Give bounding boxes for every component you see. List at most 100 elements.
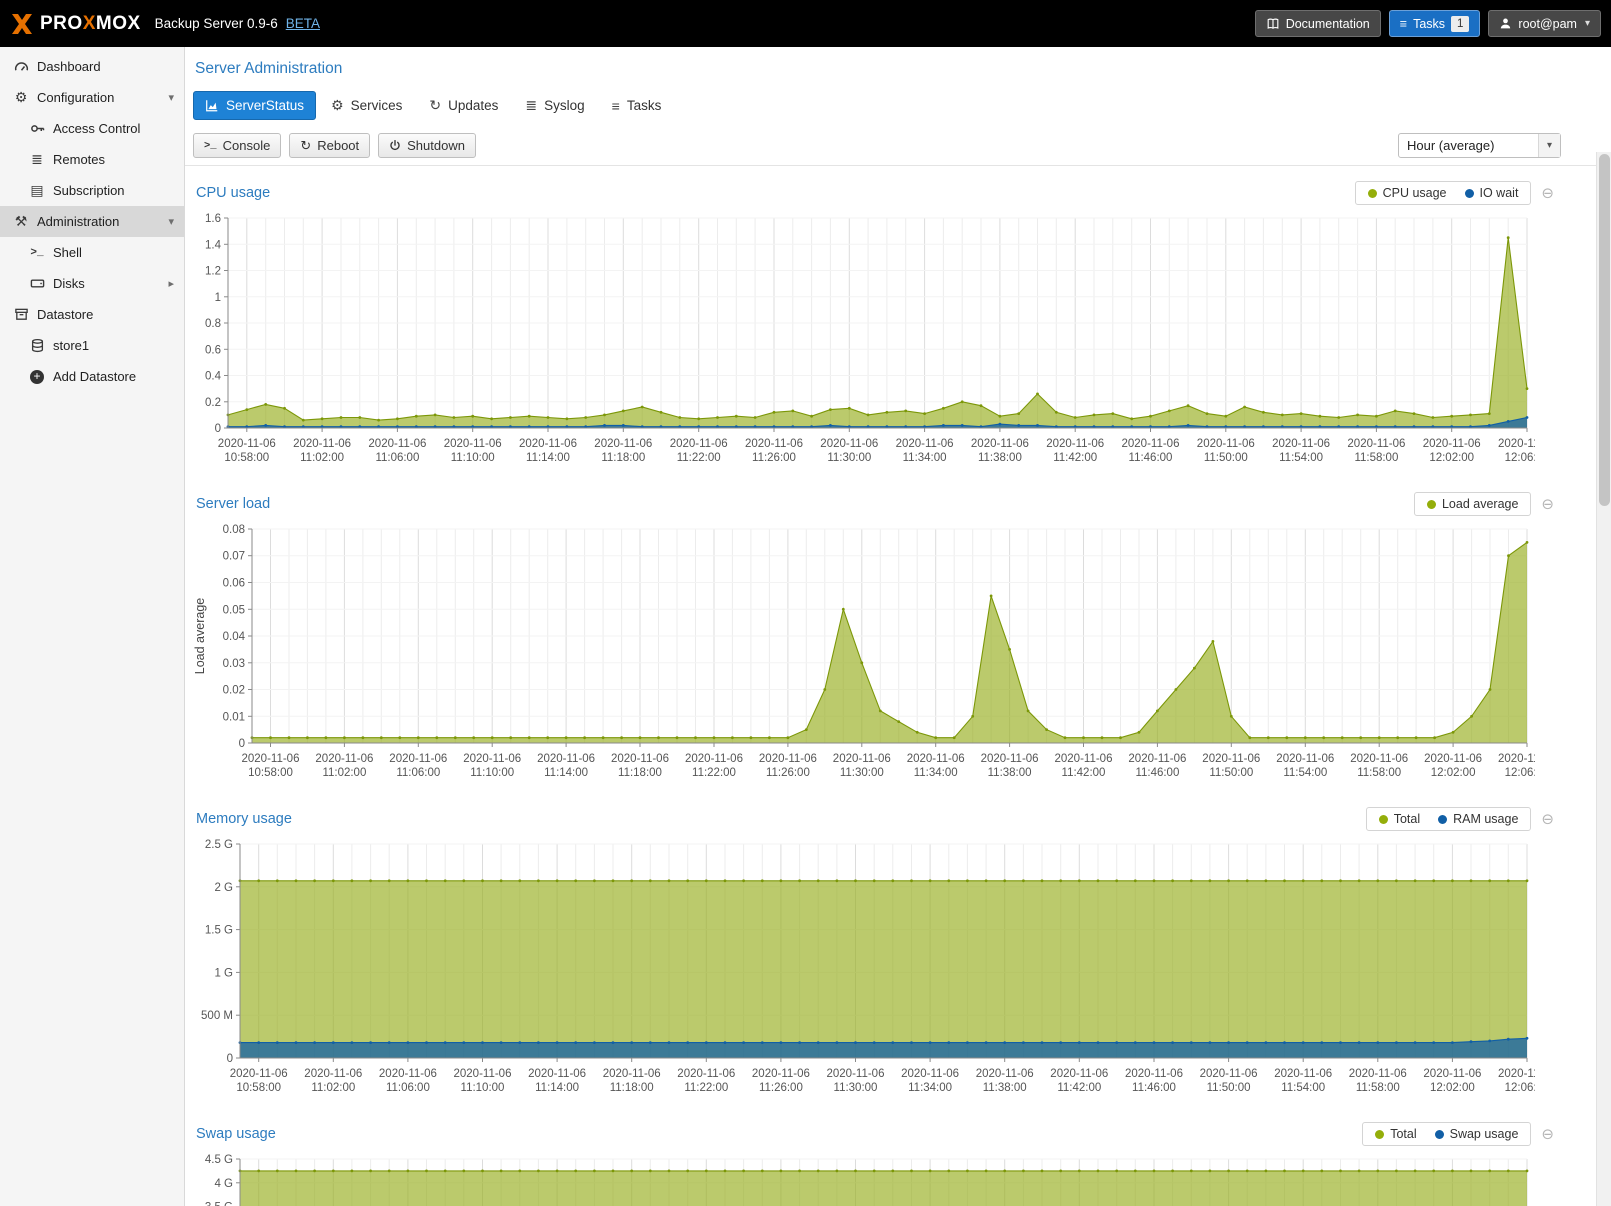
svg-text:2020-11-06: 2020-11-06 xyxy=(594,438,652,450)
panel-header: Swap usage Total Swap usage xyxy=(190,1117,1560,1153)
svg-text:0: 0 xyxy=(227,1053,233,1065)
tab-tasks[interactable]: ≡ Tasks xyxy=(600,91,674,120)
svg-text:11:10:00: 11:10:00 xyxy=(470,767,514,779)
svg-text:11:58:00: 11:58:00 xyxy=(1356,1082,1400,1094)
tasks-count-badge: 1 xyxy=(1451,16,1469,32)
svg-text:11:06:00: 11:06:00 xyxy=(396,767,440,779)
tab-syslog[interactable]: ≣ Syslog xyxy=(513,91,596,120)
beta-link[interactable]: BETA xyxy=(286,16,320,31)
tab-services[interactable]: ⚙ Services xyxy=(319,91,414,120)
scrollbar-thumb[interactable] xyxy=(1599,154,1610,506)
sidebar-item-dashboard[interactable]: Dashboard xyxy=(0,51,184,82)
svg-text:2020-11-06: 2020-11-06 xyxy=(907,753,965,765)
svg-text:2020-11-06: 2020-11-06 xyxy=(444,438,502,450)
console-button[interactable]: >_ Console xyxy=(193,133,281,158)
svg-text:2020-11-06: 2020-11-06 xyxy=(670,438,728,450)
svg-text:10:58:00: 10:58:00 xyxy=(224,452,269,464)
svg-text:11:42:00: 11:42:00 xyxy=(1053,452,1097,464)
sidebar-item-add-datastore[interactable]: + Add Datastore xyxy=(0,361,184,392)
svg-text:2020-11-06: 2020-11-06 xyxy=(820,438,878,450)
collapse-panel-icon[interactable]: ⊖ xyxy=(1541,1127,1554,1142)
charts-scroll-region: CPU usage CPU usage IO wait xyxy=(185,166,1611,1206)
documentation-button[interactable]: Documentation xyxy=(1255,10,1381,37)
svg-text:12:06:00: 12:06:00 xyxy=(1505,1082,1535,1094)
legend-item-cpu-usage[interactable]: CPU usage xyxy=(1368,186,1447,200)
svg-text:11:46:00: 11:46:00 xyxy=(1135,767,1179,779)
svg-text:2020-11-06: 2020-11-06 xyxy=(611,753,669,765)
terminal-icon: >_ xyxy=(28,247,46,259)
sidebar-item-subscription[interactable]: ▤ Subscription xyxy=(0,175,184,206)
svg-text:2020-11-06: 2020-11-06 xyxy=(1046,438,1104,450)
proxmox-logo: PROXMOX xyxy=(10,13,141,35)
svg-text:11:14:00: 11:14:00 xyxy=(544,767,588,779)
sidebar-item-shell[interactable]: >_ Shell xyxy=(0,237,184,268)
timeframe-select[interactable]: Hour (average) ▾ xyxy=(1398,133,1561,158)
sidebar-item-administration[interactable]: ⚒ Administration ▾ xyxy=(0,206,184,237)
console-prompt-icon: >_ xyxy=(204,140,217,152)
gear-icon: ⚙ xyxy=(12,89,30,106)
svg-text:11:54:00: 11:54:00 xyxy=(1281,1082,1325,1094)
svg-text:2020-11-06: 2020-11-06 xyxy=(827,1068,885,1080)
svg-text:11:38:00: 11:38:00 xyxy=(978,452,1022,464)
svg-text:11:50:00: 11:50:00 xyxy=(1204,452,1248,464)
svg-text:10:58:00: 10:58:00 xyxy=(248,767,293,779)
plus-circle-icon: + xyxy=(28,370,46,384)
collapse-panel-icon[interactable]: ⊖ xyxy=(1541,812,1554,827)
sidebar-item-disks[interactable]: Disks ▸ xyxy=(0,268,184,299)
vertical-scrollbar[interactable] xyxy=(1596,152,1611,1206)
chart-legend: Total Swap usage xyxy=(1362,1122,1531,1146)
series-color-dot xyxy=(1427,500,1436,509)
legend-item-total[interactable]: Total xyxy=(1375,1127,1416,1141)
svg-text:11:06:00: 11:06:00 xyxy=(375,452,419,464)
reboot-button[interactable]: ↻ Reboot xyxy=(289,133,370,158)
svg-text:11:14:00: 11:14:00 xyxy=(526,452,570,464)
svg-text:2020-11-06: 2020-11-06 xyxy=(1423,438,1481,450)
archive-box-icon xyxy=(12,307,30,322)
sidebar-item-configuration[interactable]: ⚙ Configuration ▾ xyxy=(0,82,184,113)
gears-icon: ⚙ xyxy=(331,97,344,114)
user-menu-button[interactable]: root@pam ▾ xyxy=(1488,10,1601,37)
tab-serverstatus[interactable]: ServerStatus xyxy=(193,91,316,120)
svg-text:2020-11-06: 2020-11-06 xyxy=(981,753,1039,765)
svg-text:2.5 G: 2.5 G xyxy=(205,839,233,851)
shutdown-button[interactable]: Shutdown xyxy=(378,133,476,158)
legend-item-swap-usage[interactable]: Swap usage xyxy=(1435,1127,1519,1141)
tasks-button[interactable]: ≡ Tasks 1 xyxy=(1389,10,1481,37)
key-icon xyxy=(28,121,46,136)
svg-text:11:46:00: 11:46:00 xyxy=(1132,1082,1176,1094)
series-color-dot xyxy=(1368,189,1377,198)
svg-text:11:46:00: 11:46:00 xyxy=(1129,452,1173,464)
main-content: Server Administration ServerStatus ⚙ Ser… xyxy=(185,47,1611,1206)
collapse-panel-icon[interactable]: ⊖ xyxy=(1541,186,1554,201)
chevron-down-icon: ▾ xyxy=(1585,18,1590,29)
select-trigger-icon: ▾ xyxy=(1538,134,1560,157)
proxmox-wordmark: PROXMOX xyxy=(40,13,141,35)
legend-item-ram-usage[interactable]: RAM usage xyxy=(1438,812,1518,826)
legend-item-load-average[interactable]: Load average xyxy=(1427,497,1518,511)
server-load-chart: 00.010.020.030.040.050.060.070.082020-11… xyxy=(190,523,1535,789)
svg-text:2020-11-06: 2020-11-06 xyxy=(537,753,595,765)
svg-text:2020-11-06: 2020-11-06 xyxy=(1349,1068,1407,1080)
svg-text:0.4: 0.4 xyxy=(205,371,222,383)
svg-text:11:10:00: 11:10:00 xyxy=(451,452,495,464)
log-list-icon: ≣ xyxy=(525,97,537,114)
svg-text:11:18:00: 11:18:00 xyxy=(601,452,645,464)
svg-text:2 G: 2 G xyxy=(214,882,233,894)
svg-text:4.5 G: 4.5 G xyxy=(205,1154,233,1166)
legend-item-io-wait[interactable]: IO wait xyxy=(1465,186,1519,200)
collapse-panel-icon[interactable]: ⊖ xyxy=(1541,497,1554,512)
svg-text:0.6: 0.6 xyxy=(205,344,221,356)
svg-text:10:58:00: 10:58:00 xyxy=(236,1082,281,1094)
svg-text:2020-11-06: 2020-11-06 xyxy=(1197,438,1255,450)
tab-updates[interactable]: ↻ Updates xyxy=(417,91,510,120)
svg-text:2020-11-06: 2020-11-06 xyxy=(1347,438,1405,450)
svg-text:1.4: 1.4 xyxy=(205,239,222,251)
svg-text:11:34:00: 11:34:00 xyxy=(903,452,947,464)
legend-item-total[interactable]: Total xyxy=(1379,812,1420,826)
svg-text:2020-11-06: 2020-11-06 xyxy=(833,753,891,765)
svg-text:11:34:00: 11:34:00 xyxy=(914,767,958,779)
sidebar-item-datastore[interactable]: Datastore xyxy=(0,299,184,330)
sidebar-item-remotes[interactable]: ≣ Remotes xyxy=(0,144,184,175)
sidebar-item-store1[interactable]: store1 xyxy=(0,330,184,361)
sidebar-item-access-control[interactable]: Access Control xyxy=(0,113,184,144)
